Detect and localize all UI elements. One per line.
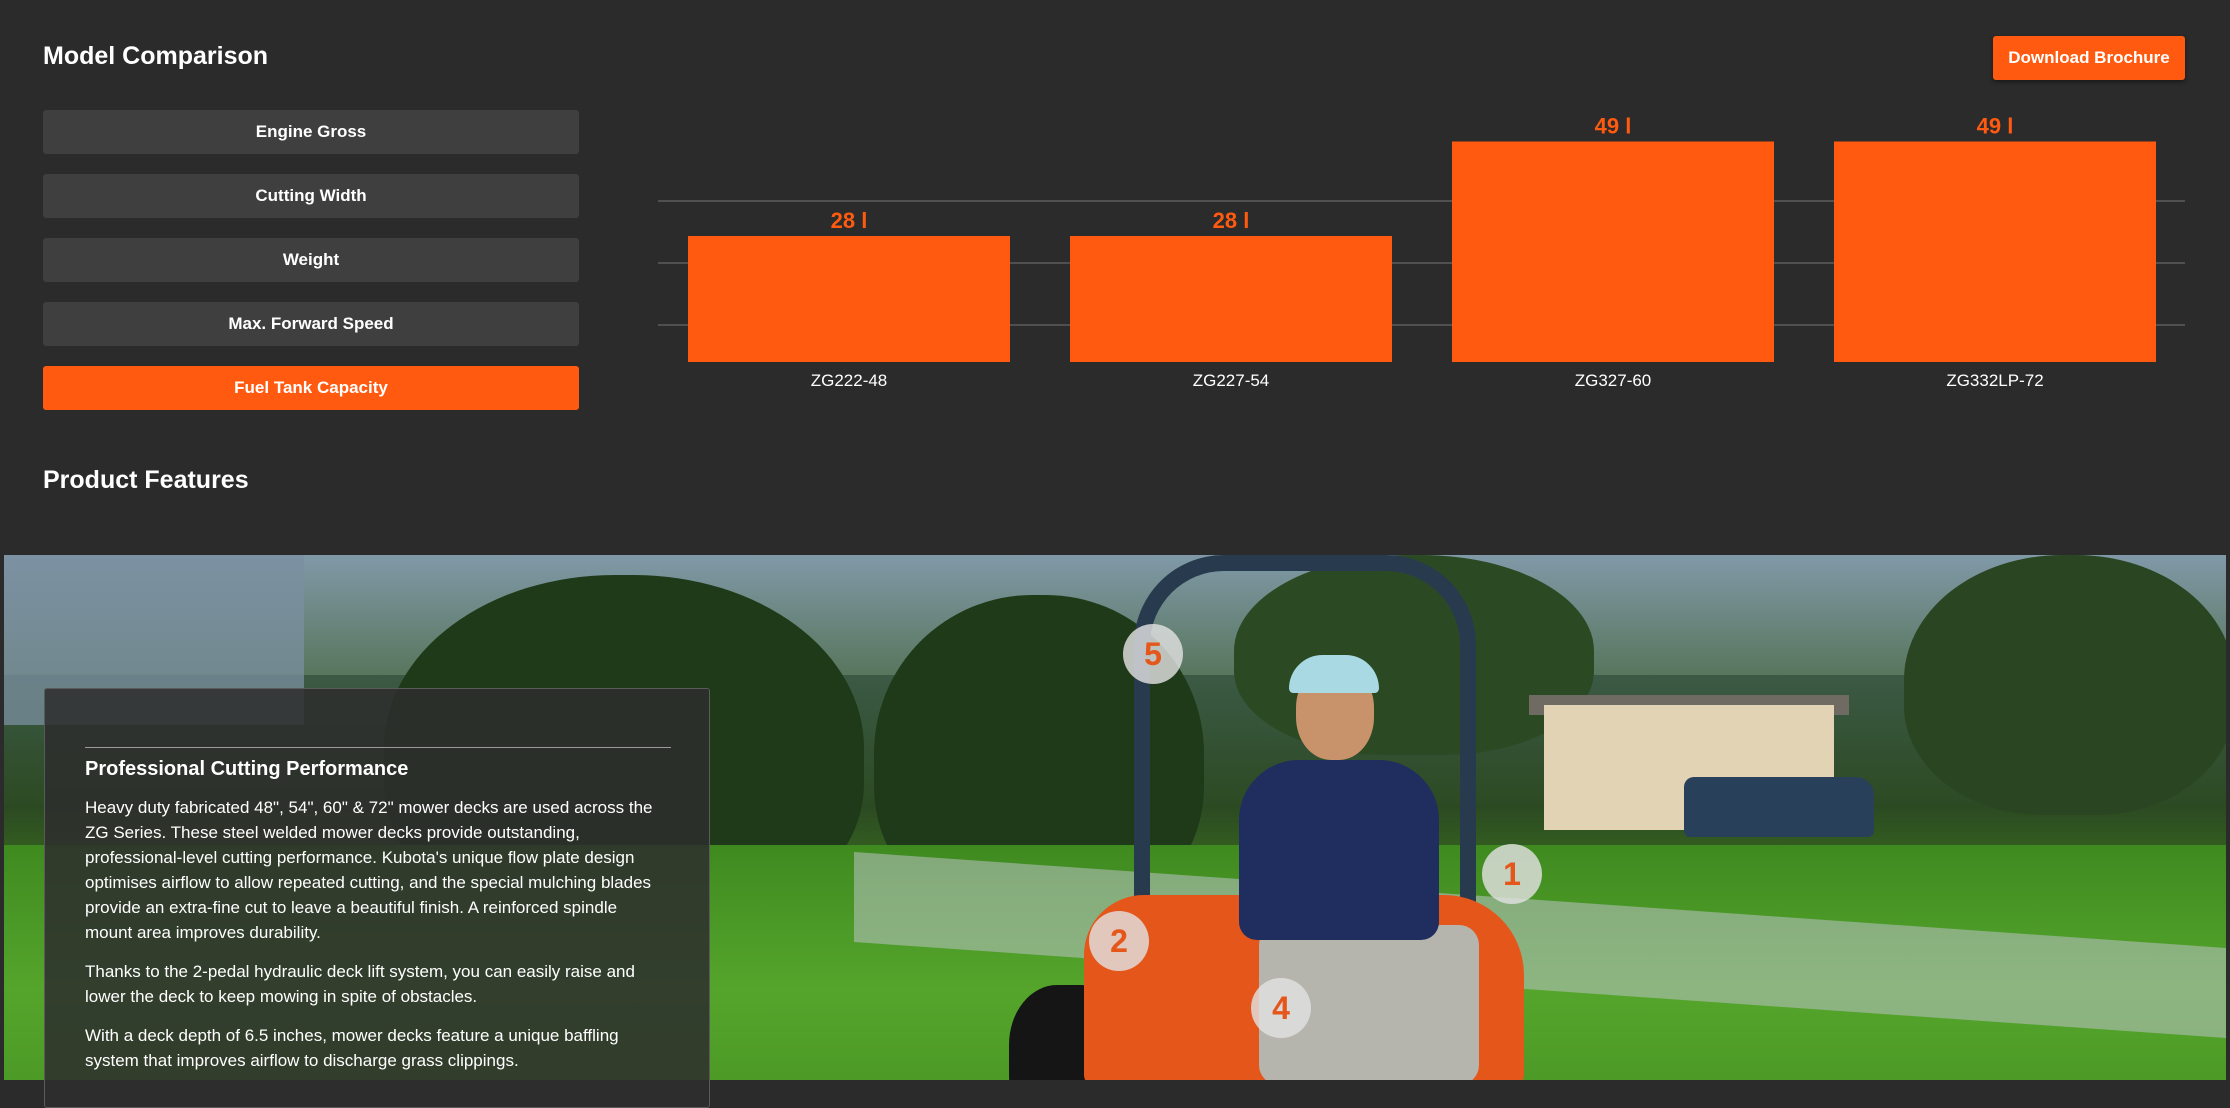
spec-filter-list: Engine Gross Cutting Width Weight Max. F… — [43, 110, 579, 430]
chart-bar — [1834, 141, 2156, 362]
background-tree — [1904, 555, 2226, 815]
bar-value-label: 28 l — [1213, 208, 1250, 233]
download-brochure-button[interactable]: Download Brochure — [1993, 36, 2185, 80]
filter-engine-gross[interactable]: Engine Gross — [43, 110, 579, 154]
feature-hotspot-2[interactable]: 2 — [1089, 911, 1149, 971]
feature-description-card: Professional Cutting Performance Heavy d… — [44, 688, 710, 1108]
bar-value-label: 49 l — [1977, 114, 2014, 139]
chart-bar — [688, 236, 1010, 362]
model-comparison-section: Model Comparison Download Brochure Engin… — [0, 0, 2230, 555]
operator-cap — [1289, 655, 1379, 693]
filter-max-forward-speed[interactable]: Max. Forward Speed — [43, 302, 579, 346]
feature-card-title: Professional Cutting Performance — [85, 758, 409, 780]
parked-truck — [1684, 777, 1874, 837]
bar-category-label: ZG222-48 — [811, 371, 888, 390]
feature-hotspot-1[interactable]: 1 — [1482, 844, 1542, 904]
product-features-title: Product Features — [43, 466, 249, 494]
chart-bar — [1070, 236, 1392, 362]
card-divider — [85, 747, 671, 748]
filter-cutting-width[interactable]: Cutting Width — [43, 174, 579, 218]
bar-value-label: 28 l — [831, 208, 868, 233]
comparison-bar-chart: 28 l ZG222-48 28 l ZG227-54 49 l ZG327-60 49 l… — [658, 114, 2185, 390]
bar-value-label: 49 l — [1595, 114, 1632, 139]
feature-paragraph: Heavy duty fabricated 48", 54", 60" & 72… — [85, 798, 653, 942]
model-comparison-title: Model Comparison — [43, 42, 269, 70]
chart-bar — [1452, 141, 1774, 362]
feature-hotspot-4[interactable]: 4 — [1251, 978, 1311, 1038]
bar-category-label: ZG332LP-72 — [1946, 371, 2043, 390]
bar-category-label: ZG227-54 — [1193, 371, 1270, 390]
feature-paragraph: With a deck depth of 6.5 inches, mower d… — [85, 1026, 619, 1070]
filter-weight[interactable]: Weight — [43, 238, 579, 282]
feature-paragraph: Thanks to the 2-pedal hydraulic deck lif… — [85, 962, 635, 1006]
feature-hotspot-5[interactable]: 5 — [1123, 624, 1183, 684]
bar-category-label: ZG327-60 — [1575, 371, 1652, 390]
filter-fuel-tank-capacity[interactable]: Fuel Tank Capacity — [43, 366, 579, 410]
operator-shirt — [1239, 760, 1439, 940]
